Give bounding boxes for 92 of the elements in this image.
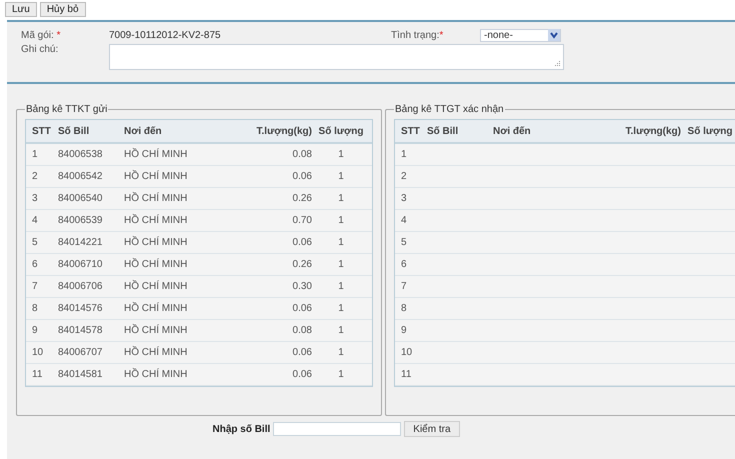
field-label: Nhập số Bill — [212, 424, 270, 434]
table-cell-text: 9 — [400, 325, 408, 336]
table-cell-text: 1 — [400, 149, 408, 160]
table-cell-text: 2 — [31, 171, 39, 182]
table-cell: 0.06 — [292, 171, 312, 182]
table-cell-text: 9 — [31, 325, 39, 336]
bill-input[interactable] — [273, 422, 402, 436]
table-cell-text: 6 — [400, 259, 408, 270]
table-cell: 1 — [338, 171, 344, 182]
table-cell: 84014221 — [58, 237, 102, 248]
status-dropdown[interactable]: -none- — [480, 28, 561, 42]
table-cell-text: 5 — [31, 237, 39, 248]
table-cell: 0.70 — [292, 215, 312, 226]
table-cell: 84014576 — [58, 303, 102, 314]
table-cell: 84006542 — [58, 171, 102, 182]
table-cell: 84006539 — [58, 215, 102, 226]
table-cell: HỒ CHÍ MINH — [124, 347, 188, 358]
table-cell: 1 — [338, 281, 344, 292]
table-cell: HỒ CHÍ MINH — [124, 215, 188, 226]
dropdown-arrow-icon — [548, 29, 560, 41]
table-cell-text: 6 — [31, 259, 39, 270]
package-code: 7009-10112012-KV2-875 — [109, 30, 222, 40]
field-label: Mã gói: — [21, 30, 54, 40]
table-cell: 0.26 — [292, 259, 312, 270]
table-cell-text: 10 — [400, 347, 414, 358]
table-cell: 84006707 — [58, 347, 102, 358]
group-title: Bảng kê TTGT xác nhận — [394, 104, 505, 115]
table-cell: HỒ CHÍ MINH — [124, 325, 188, 336]
table-cell: 1 — [338, 237, 344, 248]
table-cell: HỒ CHÍ MINH — [124, 171, 188, 182]
column-header: Số Bill — [427, 126, 460, 136]
table-cell: HỒ CHÍ MINH — [124, 303, 188, 314]
column-header: Nơi đến — [124, 126, 163, 136]
table-cell: 84006710 — [58, 259, 102, 270]
table-cell: 1 — [338, 325, 344, 336]
table-cell-text: 3 — [400, 193, 408, 204]
table-cell: 84014578 — [58, 325, 102, 336]
table-cell-text: 11 — [400, 369, 412, 380]
table-cell-text: 10 — [31, 347, 44, 358]
table-cell: 0.06 — [292, 237, 312, 248]
table-cell: 0.08 — [292, 325, 312, 336]
table-cell: 0.06 — [292, 303, 312, 314]
table-cell: 1 — [338, 149, 344, 160]
field-label: Tình trạng: — [391, 30, 440, 40]
toolbar-button[interactable]: Hủy bỏ — [40, 2, 86, 17]
table-cell: HỒ CHÍ MINH — [124, 237, 188, 248]
table-cell: 1 — [338, 215, 344, 226]
table-cell-text: 5 — [400, 237, 408, 248]
table-cell-text: 4 — [31, 215, 39, 226]
table-cell: HỒ CHÍ MINH — [124, 193, 188, 204]
group-title: Bảng kê TTKT gửi — [25, 104, 108, 115]
column-header: STT — [400, 126, 421, 136]
toolbar-button[interactable]: Lưu — [5, 2, 37, 17]
table-cell: 0.30 — [292, 281, 312, 292]
note-textarea[interactable] — [109, 44, 564, 70]
table-cell: 0.06 — [292, 369, 312, 380]
column-header: Số lượng — [686, 126, 734, 136]
table-cell: 0.06 — [292, 347, 312, 358]
column-header: Số lượng — [318, 126, 364, 136]
table-cell: 84006540 — [58, 193, 102, 204]
required-mark: * — [439, 30, 444, 40]
table-cell: HỒ CHÍ MINH — [124, 281, 188, 292]
table-cell: 84014581 — [58, 369, 102, 380]
column-header: T.lượng(kg) — [624, 126, 681, 136]
table-cell: 0.26 — [292, 193, 312, 204]
table-cell: HỒ CHÍ MINH — [124, 149, 188, 160]
table-cell-text: 3 — [31, 193, 39, 204]
table-cell: 84006538 — [58, 149, 102, 160]
check-button[interactable]: Kiểm tra — [404, 421, 460, 437]
table-cell-text: 11 — [31, 369, 44, 380]
column-header: STT — [31, 126, 52, 136]
column-header: Số Bill — [58, 126, 90, 136]
table-cell: 0.08 — [292, 149, 312, 160]
table-cell: 1 — [338, 347, 344, 358]
table-cell-text: 2 — [400, 171, 408, 182]
table-cell: 1 — [338, 303, 344, 314]
table-cell-text: 1 — [31, 149, 39, 160]
required-mark: * — [56, 30, 60, 40]
table-cell-text: 7 — [400, 281, 408, 292]
column-header: T.lượng(kg) — [256, 126, 312, 136]
table-cell: 1 — [338, 259, 344, 270]
table-cell: 1 — [338, 193, 344, 204]
table-cell: 1 — [338, 369, 344, 380]
table-cell-text: 7 — [31, 281, 39, 292]
field-label: Ghi chú: — [20, 44, 60, 55]
table-cell: HỒ CHÍ MINH — [124, 369, 188, 380]
table-cell-text: 8 — [400, 303, 408, 314]
table-cell: 84006706 — [58, 281, 102, 292]
table-cell-text: 8 — [31, 303, 39, 314]
column-header: Nơi đến — [493, 126, 532, 136]
table-cell-text: 4 — [400, 215, 408, 226]
table-cell: HỒ CHÍ MINH — [124, 259, 188, 270]
